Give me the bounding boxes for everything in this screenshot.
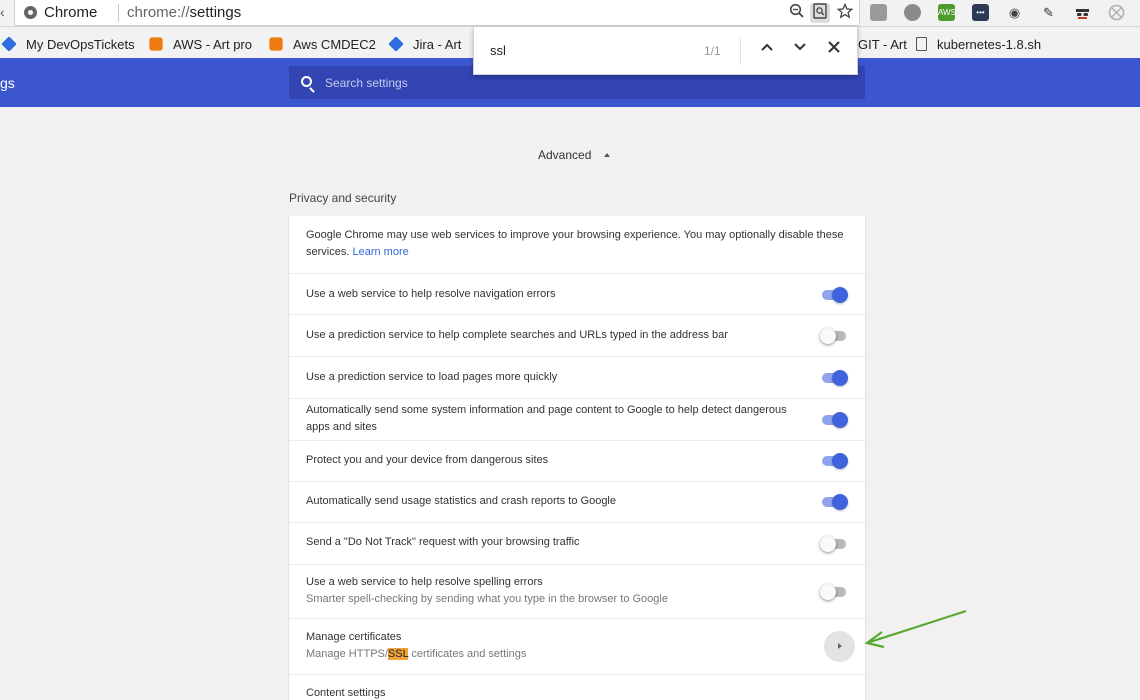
setting-label: Send a "Do Not Track" request with your … xyxy=(306,536,580,548)
bookmark-my-devops-tickets[interactable]: My DevOpsTickets xyxy=(1,35,135,53)
find-next-button[interactable] xyxy=(789,39,811,61)
toggle-detect-dangerous-apps[interactable] xyxy=(820,409,848,431)
site-name: Chrome xyxy=(44,4,98,21)
file-icon xyxy=(916,37,927,51)
aws-extension-icon[interactable]: AWS xyxy=(938,4,956,21)
url-path: settings xyxy=(189,4,242,21)
back-button-edge[interactable]: ‹ xyxy=(0,4,5,20)
setting-row[interactable]: Use a web service to help resolve spelli… xyxy=(289,564,865,618)
find-in-page-icon[interactable] xyxy=(810,3,830,23)
find-previous-button[interactable] xyxy=(756,39,778,61)
setting-label: Use a prediction service to help complet… xyxy=(306,329,728,341)
browser-toolbar: ‹ Chrome chrome://settings AWS ••• ◉ ✎ xyxy=(0,0,1140,27)
manage-certificates-text: Manage certificates Manage HTTPS/SSL cer… xyxy=(306,629,795,663)
setting-label: Protect you and your device from dangero… xyxy=(306,454,549,466)
jira-diamond-icon xyxy=(388,36,404,52)
find-bar: ssl 1/1 xyxy=(473,27,858,75)
find-separator xyxy=(740,37,741,65)
address-bar[interactable]: Chrome chrome://settings xyxy=(14,0,860,26)
setting-row[interactable]: Use a web service to help resolve naviga… xyxy=(289,273,865,314)
manage-certificates-row[interactable]: Manage certificates Manage HTTPS/SSL cer… xyxy=(289,618,865,674)
advanced-toggle[interactable]: Advanced xyxy=(538,148,591,162)
spy-extension-icon[interactable] xyxy=(1074,4,1091,21)
zoom-icon[interactable] xyxy=(787,3,807,23)
settings-title: gs xyxy=(0,75,15,91)
toggle-safe-browsing[interactable] xyxy=(820,450,848,472)
setting-row[interactable]: Protect you and your device from dangero… xyxy=(289,440,865,481)
setting-row[interactable]: Use a prediction service to help complet… xyxy=(289,314,865,356)
find-match-count: 1/1 xyxy=(704,44,721,58)
find-input[interactable]: ssl xyxy=(490,43,506,58)
bookmark-jira-art[interactable]: Jira - Art xyxy=(388,35,462,53)
aws-cube-icon xyxy=(149,37,163,51)
bookmark-label: GIT - Art xyxy=(858,36,907,52)
sublabel-before: Manage HTTPS/ xyxy=(306,648,388,660)
manage-certificates-label: Manage certificates xyxy=(306,631,402,643)
content-settings-label: Content settings xyxy=(306,687,386,699)
setting-row[interactable]: Automatically send usage statistics and … xyxy=(289,481,865,522)
dropper-extension-icon[interactable]: ✎ xyxy=(1040,4,1057,21)
bookmark-kubernetes[interactable]: kubernetes-1.8.sh xyxy=(916,35,1041,53)
omnibox-separator xyxy=(118,4,119,22)
setting-label: Use a web service to help resolve naviga… xyxy=(306,288,556,300)
toggle-do-not-track[interactable] xyxy=(820,533,848,555)
find-highlight: SSL xyxy=(387,648,409,660)
manage-certificates-sublabel: Manage HTTPS/SSL certificates and settin… xyxy=(306,646,795,663)
gear-extension-icon[interactable] xyxy=(904,4,921,21)
setting-row[interactable]: Send a "Do Not Track" request with your … xyxy=(289,522,865,564)
url-scheme: chrome:// xyxy=(127,4,190,21)
find-close-button[interactable] xyxy=(823,39,845,61)
jira-diamond-icon xyxy=(1,36,17,52)
toggle-prediction-pages[interactable] xyxy=(820,367,848,389)
tab-extension-icon[interactable] xyxy=(870,4,887,21)
bookmark-label: AWS - Art pro xyxy=(173,36,252,52)
spelling-label: Use a web service to help resolve spelli… xyxy=(306,576,543,588)
bookmark-label: Jira - Art xyxy=(413,36,462,52)
spelling-sublabel: Smarter spell-checking by sending what y… xyxy=(306,593,668,605)
toggle-prediction-search[interactable] xyxy=(820,325,848,347)
intro-text: Google Chrome may use web services to im… xyxy=(306,227,845,261)
toggle-spelling-service[interactable] xyxy=(820,581,848,603)
chevron-down-icon xyxy=(794,43,806,51)
setting-row[interactable]: Use a prediction service to load pages m… xyxy=(289,356,865,398)
bookmark-aws-art-pro[interactable]: AWS - Art pro xyxy=(149,35,252,53)
close-icon xyxy=(828,41,840,53)
setting-row[interactable]: Automatically send some system informati… xyxy=(289,398,865,440)
privacy-security-card: Google Chrome may use web services to im… xyxy=(289,216,865,700)
annotation-arrow-icon xyxy=(864,609,967,649)
globe-extension-icon[interactable] xyxy=(1108,4,1125,21)
bookmark-star-icon[interactable] xyxy=(835,2,855,23)
search-icon xyxy=(301,76,312,87)
bookmark-label: kubernetes-1.8.sh xyxy=(937,36,1042,52)
intro-row: Google Chrome may use web services to im… xyxy=(289,216,865,273)
setting-label: Automatically send usage statistics and … xyxy=(306,495,616,507)
toggle-usage-statistics[interactable] xyxy=(820,491,848,513)
bookmark-label: My DevOpsTickets xyxy=(26,36,135,52)
bookmark-git-art[interactable]: GIT - Art xyxy=(858,35,907,53)
bookmark-label: Aws CMDEC2 xyxy=(293,36,376,52)
setting-label: Use a prediction service to load pages m… xyxy=(306,371,558,383)
setting-label: Automatically send some system informati… xyxy=(306,404,787,433)
section-title: Privacy and security xyxy=(289,191,397,205)
toggle-navigation-errors[interactable] xyxy=(820,284,848,306)
content-settings-row[interactable]: Content settings xyxy=(289,674,865,700)
chevron-up-icon xyxy=(761,43,773,51)
sublabel-after: certificates and settings xyxy=(408,648,527,660)
bookmark-aws-cmdec2[interactable]: Aws CMDEC2 xyxy=(269,35,376,53)
learn-more-link[interactable]: Learn more xyxy=(352,246,408,258)
url-text[interactable]: chrome://settings xyxy=(127,4,241,21)
setting-label: Use a web service to help resolve spelli… xyxy=(306,574,795,608)
manage-certificates-arrow-button[interactable] xyxy=(824,631,855,662)
chrome-site-icon xyxy=(24,6,37,19)
eye-extension-icon[interactable]: ◉ xyxy=(1006,4,1023,21)
aws-cube-icon xyxy=(269,37,283,51)
dots-extension-icon[interactable]: ••• xyxy=(972,4,989,21)
caret-up-icon[interactable] xyxy=(604,153,610,157)
